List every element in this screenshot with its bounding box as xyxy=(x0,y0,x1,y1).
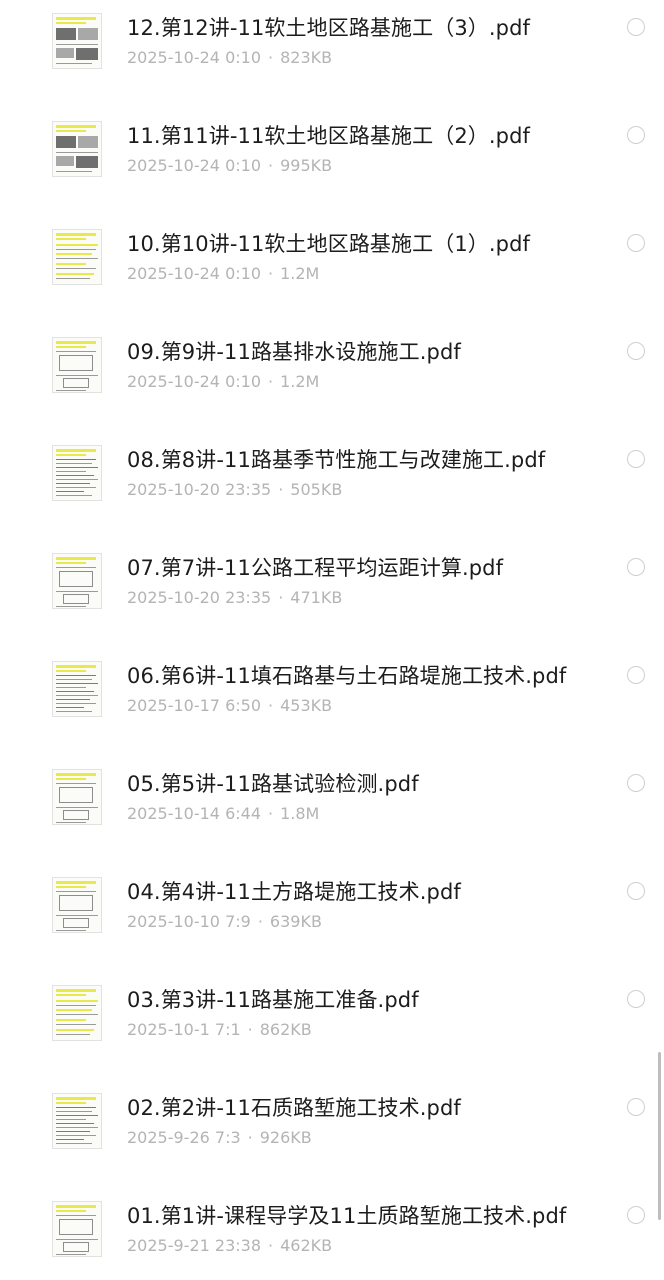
file-list-item[interactable]: 10.第10讲-11软土地区路基施工（1）.pdf 2025-10-24 0:10… xyxy=(0,203,664,311)
meta-separator: · xyxy=(268,156,274,175)
file-name: 12.第12讲-11软土地区路基施工（3）.pdf xyxy=(127,16,531,40)
file-size: 862KB xyxy=(259,1020,312,1039)
file-date: 2025-10-24 0:10 xyxy=(127,264,261,283)
pdf-thumbnail-icon xyxy=(52,877,102,933)
select-circle-icon[interactable] xyxy=(627,666,645,684)
pdf-thumbnail-icon xyxy=(52,121,102,177)
file-meta: 2025-10-24 0:10 · 823KB xyxy=(127,47,332,69)
file-list-item[interactable]: 11.第11讲-11软土地区路基施工（2）.pdf 2025-10-24 0:10… xyxy=(0,95,664,203)
file-meta: 2025-9-21 23:38 · 462KB xyxy=(127,1235,332,1257)
file-name: 04.第4讲-11土方路堤施工技术.pdf xyxy=(127,880,461,904)
meta-separator: · xyxy=(247,1128,253,1147)
file-list-item[interactable]: 03.第3讲-11路基施工准备.pdf 2025-10-1 7:1 · 862KB xyxy=(0,959,664,1067)
file-date: 2025-9-26 7:3 xyxy=(127,1128,241,1147)
pdf-thumbnail-icon xyxy=(52,445,102,501)
file-meta: 2025-10-24 0:10 · 1.2M xyxy=(127,263,319,285)
file-list-item[interactable]: 01.第1讲-课程导学及11土质路堑施工技术.pdf 2025-9-21 23:3… xyxy=(0,1175,664,1280)
meta-separator: · xyxy=(268,1236,274,1255)
file-meta: 2025-9-26 7:3 · 926KB xyxy=(127,1127,312,1149)
meta-separator: · xyxy=(257,912,263,931)
file-date: 2025-10-20 23:35 xyxy=(127,588,272,607)
file-size: 926KB xyxy=(259,1128,312,1147)
file-name: 01.第1讲-课程导学及11土质路堑施工技术.pdf xyxy=(127,1204,567,1228)
file-name: 07.第7讲-11公路工程平均运距计算.pdf xyxy=(127,556,504,580)
file-list: 12.第12讲-11软土地区路基施工（3）.pdf 2025-10-24 0:10… xyxy=(0,0,664,1280)
file-name: 06.第6讲-11填石路基与土石路堤施工技术.pdf xyxy=(127,664,567,688)
meta-separator: · xyxy=(268,372,274,391)
select-circle-icon[interactable] xyxy=(627,882,645,900)
file-size: 995KB xyxy=(280,156,333,175)
file-list-item[interactable]: 08.第8讲-11路基季节性施工与改建施工.pdf 2025-10-20 23:3… xyxy=(0,419,664,527)
file-size: 639KB xyxy=(269,912,322,931)
meta-separator: · xyxy=(278,588,284,607)
file-list-item[interactable]: 04.第4讲-11土方路堤施工技术.pdf 2025-10-10 7:9 · 639K… xyxy=(0,851,664,959)
file-meta: 2025-10-1 7:1 · 862KB xyxy=(127,1019,312,1041)
meta-separator: · xyxy=(268,696,274,715)
file-name: 10.第10讲-11软土地区路基施工（1）.pdf xyxy=(127,232,531,256)
pdf-thumbnail-icon xyxy=(52,769,102,825)
file-date: 2025-10-24 0:10 xyxy=(127,372,261,391)
file-list-item[interactable]: 12.第12讲-11软土地区路基施工（3）.pdf 2025-10-24 0:10… xyxy=(0,0,664,95)
meta-separator: · xyxy=(268,264,274,283)
file-size: 1.2M xyxy=(280,372,320,391)
pdf-thumbnail-icon xyxy=(52,13,102,69)
scrollbar[interactable] xyxy=(658,1052,661,1220)
file-date: 2025-10-20 23:35 xyxy=(127,480,272,499)
file-date: 2025-10-14 6:44 xyxy=(127,804,261,823)
select-circle-icon[interactable] xyxy=(627,990,645,1008)
meta-separator: · xyxy=(268,804,274,823)
file-list-item[interactable]: 02.第2讲-11石质路堑施工技术.pdf 2025-9-26 7:3 · 926KB xyxy=(0,1067,664,1175)
file-meta: 2025-10-24 0:10 · 1.2M xyxy=(127,371,319,393)
pdf-thumbnail-icon xyxy=(52,553,102,609)
select-circle-icon[interactable] xyxy=(627,1206,645,1224)
file-meta: 2025-10-24 0:10 · 995KB xyxy=(127,155,332,177)
select-circle-icon[interactable] xyxy=(627,558,645,576)
select-circle-icon[interactable] xyxy=(627,342,645,360)
file-size: 471KB xyxy=(290,588,343,607)
file-size: 1.8M xyxy=(280,804,320,823)
select-circle-icon[interactable] xyxy=(627,1098,645,1116)
meta-separator: · xyxy=(268,48,274,67)
select-circle-icon[interactable] xyxy=(627,126,645,144)
file-name: 05.第5讲-11路基试验检测.pdf xyxy=(127,772,419,796)
meta-separator: · xyxy=(278,480,284,499)
file-name: 09.第9讲-11路基排水设施施工.pdf xyxy=(127,340,461,364)
file-meta: 2025-10-20 23:35 · 471KB xyxy=(127,587,342,609)
select-circle-icon[interactable] xyxy=(627,774,645,792)
file-meta: 2025-10-17 6:50 · 453KB xyxy=(127,695,332,717)
file-list-item[interactable]: 09.第9讲-11路基排水设施施工.pdf 2025-10-24 0:10 · 1.2… xyxy=(0,311,664,419)
file-list-item[interactable]: 07.第7讲-11公路工程平均运距计算.pdf 2025-10-20 23:35 ·… xyxy=(0,527,664,635)
file-name: 02.第2讲-11石质路堑施工技术.pdf xyxy=(127,1096,461,1120)
file-date: 2025-10-1 7:1 xyxy=(127,1020,241,1039)
file-date: 2025-10-10 7:9 xyxy=(127,912,251,931)
file-name: 03.第3讲-11路基施工准备.pdf xyxy=(127,988,419,1012)
file-size: 462KB xyxy=(280,1236,333,1255)
select-circle-icon[interactable] xyxy=(627,18,645,36)
pdf-thumbnail-icon xyxy=(52,229,102,285)
file-date: 2025-10-24 0:10 xyxy=(127,48,261,67)
file-size: 505KB xyxy=(290,480,343,499)
file-meta: 2025-10-14 6:44 · 1.8M xyxy=(127,803,319,825)
select-circle-icon[interactable] xyxy=(627,234,645,252)
pdf-thumbnail-icon xyxy=(52,1201,102,1257)
file-name: 08.第8讲-11路基季节性施工与改建施工.pdf xyxy=(127,448,546,472)
file-date: 2025-10-17 6:50 xyxy=(127,696,261,715)
file-date: 2025-9-21 23:38 xyxy=(127,1236,261,1255)
file-size: 823KB xyxy=(280,48,333,67)
meta-separator: · xyxy=(247,1020,253,1039)
file-meta: 2025-10-20 23:35 · 505KB xyxy=(127,479,342,501)
pdf-thumbnail-icon xyxy=(52,337,102,393)
select-circle-icon[interactable] xyxy=(627,450,645,468)
file-name: 11.第11讲-11软土地区路基施工（2）.pdf xyxy=(127,124,531,148)
file-size: 1.2M xyxy=(280,264,320,283)
file-list-item[interactable]: 05.第5讲-11路基试验检测.pdf 2025-10-14 6:44 · 1.8M xyxy=(0,743,664,851)
file-size: 453KB xyxy=(280,696,333,715)
file-date: 2025-10-24 0:10 xyxy=(127,156,261,175)
pdf-thumbnail-icon xyxy=(52,985,102,1041)
pdf-thumbnail-icon xyxy=(52,661,102,717)
file-list-item[interactable]: 06.第6讲-11填石路基与土石路堤施工技术.pdf 2025-10-17 6:5… xyxy=(0,635,664,743)
pdf-thumbnail-icon xyxy=(52,1093,102,1149)
file-meta: 2025-10-10 7:9 · 639KB xyxy=(127,911,322,933)
